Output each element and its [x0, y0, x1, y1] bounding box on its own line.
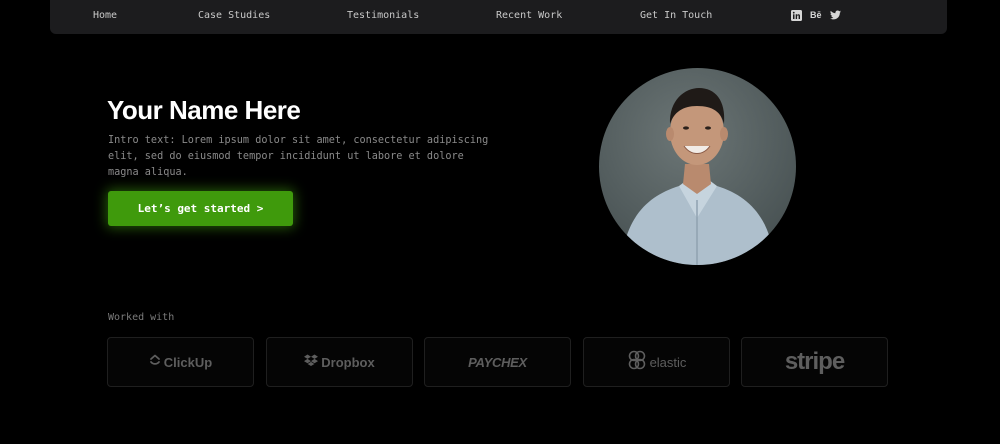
logo-card-stripe: stripe [741, 337, 888, 387]
logo-card-paychex: PAYCHEX [424, 337, 571, 387]
nav-home[interactable]: Home [93, 10, 117, 21]
elastic-icon [627, 350, 647, 375]
intro-text: Intro text: Lorem ipsum dolor sit amet, … [108, 135, 489, 178]
clickup-logo: ClickUp [163, 354, 213, 370]
behance-icon[interactable]: Bē [810, 10, 822, 20]
logo-card-elastic: elastic [583, 337, 730, 387]
elastic-logo: elastic [649, 354, 687, 370]
nav-get-in-touch[interactable]: Get In Touch [640, 10, 712, 21]
clickup-icon [149, 353, 161, 371]
worked-with-heading: Worked with [108, 312, 175, 323]
top-nav: Home Case Studies Testimonials Recent Wo… [50, 0, 947, 34]
stripe-logo: stripe [784, 348, 845, 375]
profile-photo [599, 68, 796, 265]
dropbox-icon [304, 353, 319, 371]
nav-recent-work[interactable]: Recent Work [496, 10, 562, 21]
get-started-button[interactable]: Let’s get started > [108, 191, 293, 226]
logo-card-dropbox: Dropbox [266, 337, 413, 387]
dropbox-logo: Dropbox [321, 354, 375, 370]
paychex-logo: PAYCHEX [468, 354, 527, 370]
twitter-icon[interactable] [830, 10, 841, 21]
linkedin-icon[interactable] [791, 10, 802, 21]
logo-card-clickup: ClickUp [107, 337, 254, 387]
hero-title: Your Name Here [107, 95, 301, 125]
nav-case-studies[interactable]: Case Studies [198, 10, 270, 21]
nav-testimonials[interactable]: Testimonials [347, 10, 419, 21]
